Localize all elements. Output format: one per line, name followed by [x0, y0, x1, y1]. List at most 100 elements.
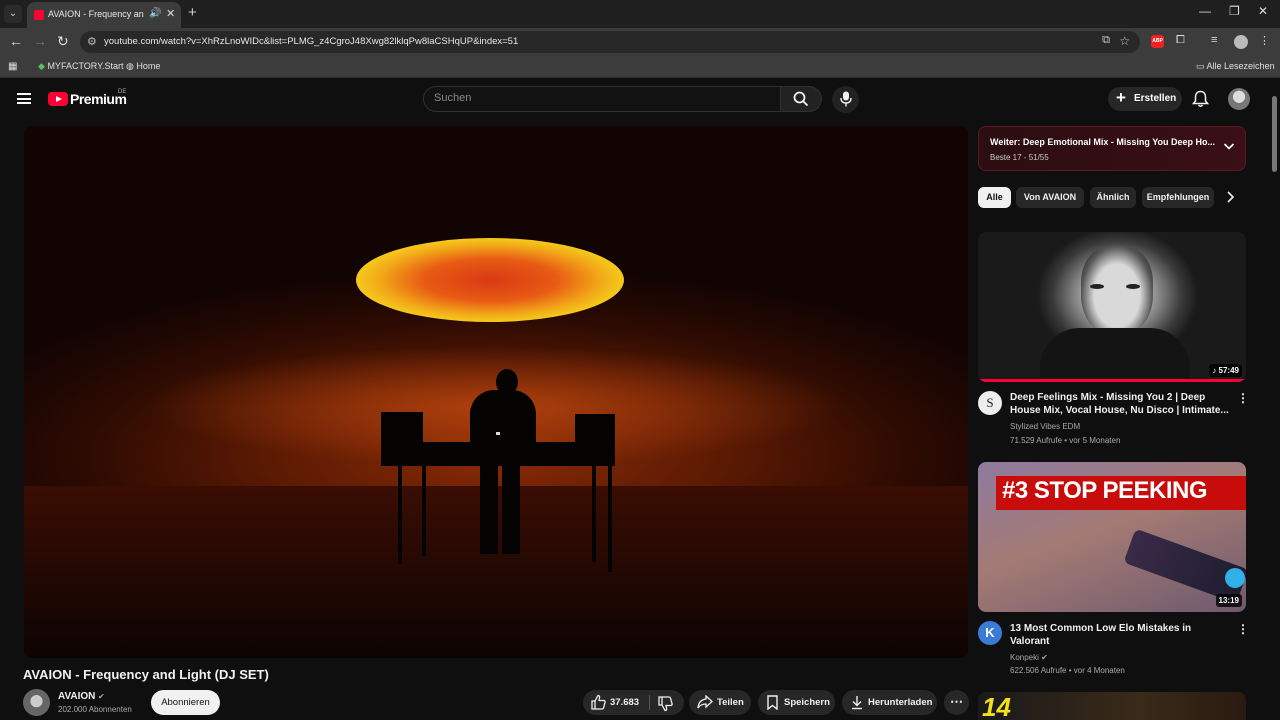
browser-profile-avatar[interactable]: [1234, 35, 1248, 49]
subscriber-count: 202.000 Abonnenten: [58, 705, 132, 714]
verified-badge-icon: ✔: [98, 692, 105, 701]
download-icon: [852, 696, 862, 710]
portrait-shoulders: [1040, 328, 1190, 382]
adblock-extension-icon[interactable]: ABP: [1151, 35, 1164, 48]
address-bar[interactable]: ⚙ youtube.com/watch?v=XhRzLnoWIDc&list=P…: [80, 31, 1140, 53]
all-bookmarks-label: Alle Lesezeichen: [1206, 61, 1275, 71]
more-vertical-icon[interactable]: ⋮: [1237, 622, 1249, 636]
video-thumbnail[interactable]: #3 STOP PEEKING 13:19: [978, 462, 1246, 612]
globe-icon: ◍: [126, 61, 134, 71]
dj-leg: [502, 462, 520, 554]
more-vertical-icon[interactable]: ⋮: [1237, 391, 1249, 405]
video-title: AVAION - Frequency and Light (DJ SET): [23, 667, 269, 682]
myfactory-icon: ◆: [38, 61, 45, 71]
browser-menu-icon[interactable]: ⋮: [1259, 34, 1270, 47]
playlist-next-title: Weiter: Deep Emotional Mix - Missing You…: [990, 137, 1215, 147]
save-button[interactable]: Speichern: [758, 690, 835, 715]
video-thumbnail[interactable]: ♪ 57:49: [978, 232, 1246, 382]
download-label: Herunterladen: [868, 697, 933, 708]
channel-avatar[interactable]: K: [978, 621, 1002, 645]
site-info-icon[interactable]: ⚙: [87, 35, 97, 48]
thumb-text: 14: [982, 692, 1011, 720]
like-count[interactable]: 37.683: [610, 697, 639, 708]
bookmark-myfactory[interactable]: ◆ MYFACTORY.Start: [38, 61, 123, 72]
tab-close-icon[interactable]: ✕: [166, 7, 175, 20]
table-leg: [592, 464, 596, 562]
close-window-button[interactable]: ✕: [1258, 4, 1268, 18]
bookmark-label: MYFACTORY.Start: [47, 61, 124, 71]
chip-all[interactable]: Alle: [978, 187, 1011, 208]
related-video-title[interactable]: 13 Most Common Low Elo Mistakes in Valor…: [1010, 622, 1232, 648]
tab-search-dropdown[interactable]: ⌄: [4, 5, 22, 23]
portrait-face: [1081, 246, 1153, 336]
apps-grid-icon[interactable]: ▦: [8, 61, 17, 72]
channel-name-text: Konpeki: [1010, 653, 1039, 662]
video-player[interactable]: [24, 126, 968, 658]
video-duration: 13:19: [1215, 594, 1242, 607]
table-leg: [422, 464, 426, 556]
share-button[interactable]: Teilen: [689, 690, 751, 715]
subscribe-button[interactable]: Abonnieren: [151, 690, 220, 715]
thumbs-up-icon[interactable]: [591, 694, 606, 710]
chip-similar[interactable]: Ähnlich: [1090, 187, 1136, 208]
maximize-button[interactable]: ❐: [1229, 4, 1240, 18]
divider: [649, 695, 650, 710]
browser-toolbar: ← → ↻ ⚙ youtube.com/watch?v=XhRzLnoWIDc&…: [0, 28, 1280, 56]
chip-from-avaion[interactable]: Von AVAION: [1016, 187, 1084, 208]
tab-title: AVAION - Frequency and Li: [48, 9, 144, 19]
youtube-logo-icon[interactable]: [48, 92, 68, 106]
page-scrollbar[interactable]: [1271, 82, 1278, 720]
extensions-icon[interactable]: ⧠: [1176, 34, 1185, 47]
browser-tab-active[interactable]: AVAION - Frequency and Li 🔊 ✕: [27, 2, 181, 28]
bookmarks-bar: ▦ ◆ MYFACTORY.Start ◍ Home ▭ Alle Leseze…: [0, 56, 1280, 78]
minimize-button[interactable]: —: [1199, 4, 1211, 18]
bookmark-home[interactable]: ◍ Home: [126, 61, 160, 72]
install-app-icon[interactable]: ⧉: [1102, 34, 1110, 47]
url-text: youtube.com/watch?v=XhRzLnoWIDc&list=PLM…: [104, 36, 519, 47]
light-ring: [356, 238, 624, 322]
search-icon: [793, 91, 809, 107]
bookmark-star-icon[interactable]: ☆: [1119, 34, 1130, 48]
chevron-down-icon[interactable]: [1223, 141, 1235, 151]
related-video-title[interactable]: Deep Feelings Mix - Missing You 2 | Deep…: [1010, 391, 1232, 417]
channel-avatar[interactable]: S: [978, 391, 1002, 415]
thumb-weapon: [1123, 528, 1246, 604]
search-button[interactable]: [781, 86, 822, 112]
more-horizontal-icon: ⋯: [950, 694, 963, 709]
search-box[interactable]: [423, 86, 781, 112]
reading-list-icon[interactable]: ≡: [1211, 34, 1217, 46]
related-video-meta: 71.529 Aufrufe • vor 5 Monaten: [1010, 436, 1121, 445]
search-input[interactable]: [434, 92, 764, 104]
thumbs-down-icon[interactable]: [658, 696, 673, 712]
scrollbar-thumb[interactable]: [1272, 96, 1277, 172]
related-video-meta: 622.506 Aufrufe • vor 4 Monaten: [1010, 666, 1125, 675]
chip-recommendations[interactable]: Empfehlungen: [1142, 187, 1214, 208]
download-button[interactable]: Herunterladen: [842, 690, 937, 715]
video-thumbnail[interactable]: 14: [978, 692, 1246, 720]
reload-icon[interactable]: ↻: [57, 33, 69, 50]
related-channel-name[interactable]: Stylized Vibes EDM: [1010, 422, 1080, 431]
back-arrow-icon[interactable]: ←: [9, 33, 23, 49]
thumb-text: #3 STOP PEEKING: [1002, 477, 1208, 504]
speaker-icon[interactable]: 🔊: [149, 8, 161, 19]
chevron-right-icon[interactable]: [1226, 191, 1235, 203]
channel-name[interactable]: AVAION: [58, 691, 95, 702]
playlist-position: Beste 17 - 51/55: [990, 153, 1049, 162]
related-channel-name[interactable]: Konpeki ✔: [1010, 653, 1048, 662]
notification-bell-icon[interactable]: [1192, 90, 1209, 108]
portrait-eye: [1126, 284, 1140, 289]
account-avatar[interactable]: [1228, 88, 1250, 110]
all-bookmarks-folder[interactable]: ▭ Alle Lesezeichen: [1196, 61, 1275, 72]
new-tab-button[interactable]: +: [188, 4, 197, 21]
voice-search-button[interactable]: [832, 86, 859, 113]
hamburger-menu-icon[interactable]: [17, 93, 31, 104]
more-actions-button[interactable]: ⋯: [944, 690, 969, 715]
forward-arrow-icon[interactable]: →: [33, 33, 47, 49]
like-dislike-group: 37.683: [583, 690, 684, 715]
channel-avatar[interactable]: [23, 689, 50, 716]
playlist-panel[interactable]: Weiter: Deep Emotional Mix - Missing You…: [978, 126, 1246, 171]
microphone-icon: [839, 91, 852, 107]
bookmark-icon: [767, 695, 778, 710]
save-label: Speichern: [784, 697, 830, 708]
create-button[interactable]: + Erstellen: [1108, 87, 1182, 111]
